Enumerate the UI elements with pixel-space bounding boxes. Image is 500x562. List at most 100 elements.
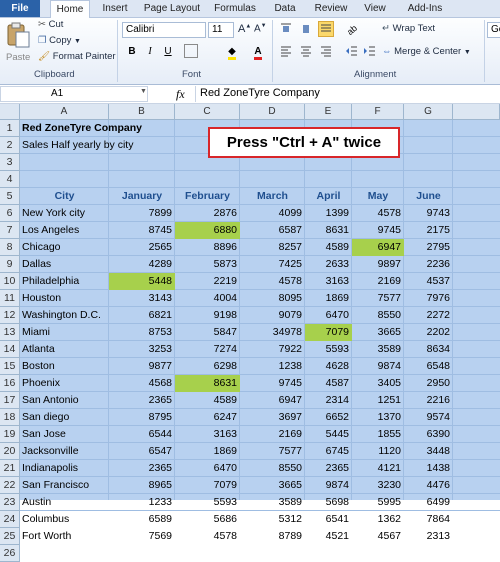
table-cell[interactable]: 4589	[175, 392, 240, 409]
column-header-c[interactable]: C	[175, 104, 240, 120]
table-cell[interactable]: 2175	[404, 222, 453, 239]
table-cell[interactable]: 3665	[240, 477, 305, 494]
table-cell[interactable]: 3589	[240, 494, 305, 511]
align-bottom-icon[interactable]	[318, 21, 334, 37]
column-header-a[interactable]: A	[20, 104, 109, 120]
table-cell[interactable]: 3589	[352, 341, 404, 358]
table-cell[interactable]: 4578	[352, 205, 404, 222]
table-cell[interactable]: 3230	[352, 477, 404, 494]
table-cell[interactable]: 4578	[240, 273, 305, 290]
table-cell[interactable]: 7976	[404, 290, 453, 307]
table-cell[interactable]: 1251	[352, 392, 404, 409]
column-header-f[interactable]: F	[352, 104, 404, 120]
row-header[interactable]: 15	[0, 358, 20, 375]
table-cell[interactable]: 3448	[404, 443, 453, 460]
row-header[interactable]: 4	[0, 171, 20, 188]
table-cell[interactable]: 6499	[404, 494, 453, 511]
table-cell[interactable]: 4004	[175, 290, 240, 307]
borders-icon[interactable]	[184, 44, 198, 58]
table-cell[interactable]: 8634	[404, 341, 453, 358]
table-cell[interactable]: 2272	[404, 307, 453, 324]
table-cell[interactable]: 2950	[404, 375, 453, 392]
table-cell[interactable]: 9574	[404, 409, 453, 426]
select-all-corner[interactable]	[0, 104, 20, 120]
format-painter-button[interactable]: 🖌 Format Painter	[38, 51, 116, 62]
table-cell[interactable]: 7899	[109, 205, 175, 222]
table-cell[interactable]: 8965	[109, 477, 175, 494]
table-cell[interactable]: 2236	[404, 256, 453, 273]
table-cell[interactable]: 5593	[305, 341, 352, 358]
table-cell[interactable]: 6880	[175, 222, 240, 239]
table-cell[interactable]: 5847	[175, 324, 240, 341]
table-cell[interactable]: 4589	[305, 239, 352, 256]
italic-button[interactable]: I	[142, 44, 158, 60]
table-cell[interactable]: 7577	[352, 290, 404, 307]
table-cell[interactable]: 8257	[240, 239, 305, 256]
table-cell[interactable]: 9079	[240, 307, 305, 324]
name-box[interactable]: A1	[0, 86, 148, 102]
table-cell[interactable]: 3253	[109, 341, 175, 358]
sheet-subtitle[interactable]: Sales Half yearly by city	[20, 137, 210, 154]
tab-formulas[interactable]: Formulas	[212, 0, 258, 17]
table-cell[interactable]: 4587	[305, 375, 352, 392]
table-cell[interactable]: 7425	[240, 256, 305, 273]
table-cell[interactable]: 8550	[240, 460, 305, 477]
align-top-icon[interactable]	[278, 22, 294, 38]
column-title[interactable]: May	[352, 188, 404, 205]
column-header-h[interactable]	[453, 104, 500, 120]
align-center-icon[interactable]	[298, 44, 314, 60]
table-cell[interactable]: 9745	[240, 375, 305, 392]
row-header[interactable]: 3	[0, 154, 20, 171]
table-cell[interactable]: 7079	[305, 324, 352, 341]
row-header[interactable]: 24	[0, 511, 20, 528]
table-cell[interactable]: 4568	[109, 375, 175, 392]
table-cell[interactable]: 1869	[305, 290, 352, 307]
table-cell[interactable]: 6247	[175, 409, 240, 426]
column-title[interactable]: January	[109, 188, 175, 205]
column-title[interactable]: June	[404, 188, 453, 205]
tab-file[interactable]: File	[0, 0, 40, 17]
decrease-indent-icon[interactable]	[344, 44, 360, 60]
city-cell[interactable]: Los Angeles	[20, 222, 109, 239]
wrap-text-button[interactable]: ↵ Wrap Text	[382, 23, 435, 34]
table-cell[interactable]: 9745	[352, 222, 404, 239]
table-cell[interactable]: 2633	[305, 256, 352, 273]
table-cell[interactable]: 6390	[404, 426, 453, 443]
city-cell[interactable]: San Antonio	[20, 392, 109, 409]
table-cell[interactable]: 8789	[240, 528, 305, 545]
table-cell[interactable]: 8795	[109, 409, 175, 426]
align-middle-icon[interactable]	[298, 22, 314, 38]
row-header[interactable]: 23	[0, 494, 20, 511]
column-header-b[interactable]: B	[109, 104, 175, 120]
table-cell[interactable]: 2202	[404, 324, 453, 341]
table-cell[interactable]: 7577	[240, 443, 305, 460]
align-right-icon[interactable]	[318, 44, 334, 60]
font-color-icon[interactable]: A	[250, 44, 266, 60]
table-cell[interactable]: 8550	[352, 307, 404, 324]
row-header[interactable]: 21	[0, 460, 20, 477]
table-cell[interactable]: 2365	[109, 460, 175, 477]
city-cell[interactable]: Dallas	[20, 256, 109, 273]
table-cell[interactable]: 2876	[175, 205, 240, 222]
table-cell[interactable]: 6298	[175, 358, 240, 375]
formula-input[interactable]: Red ZoneTyre Company	[195, 86, 500, 102]
column-title[interactable]: City	[20, 188, 109, 205]
city-cell[interactable]: Phoenix	[20, 375, 109, 392]
row-header[interactable]: 1	[0, 120, 20, 137]
row-header[interactable]: 25	[0, 528, 20, 545]
row-header[interactable]: 18	[0, 409, 20, 426]
table-cell[interactable]: 6544	[109, 426, 175, 443]
table-cell[interactable]: 9897	[352, 256, 404, 273]
fill-color-icon[interactable]: ◆	[224, 44, 240, 60]
table-cell[interactable]: 6947	[240, 392, 305, 409]
table-cell[interactable]: 6652	[305, 409, 352, 426]
table-cell[interactable]: 7079	[175, 477, 240, 494]
city-cell[interactable]: Jacksonville	[20, 443, 109, 460]
table-cell[interactable]: 1438	[404, 460, 453, 477]
table-cell[interactable]: 1370	[352, 409, 404, 426]
table-cell[interactable]: 4521	[305, 528, 352, 545]
table-cell[interactable]: 2365	[305, 460, 352, 477]
font-size-select[interactable]: 11	[208, 22, 234, 38]
worksheet-grid[interactable]: Red ZoneTyre Company Sales Half yearly by…	[20, 120, 500, 542]
table-cell[interactable]: 1869	[175, 443, 240, 460]
